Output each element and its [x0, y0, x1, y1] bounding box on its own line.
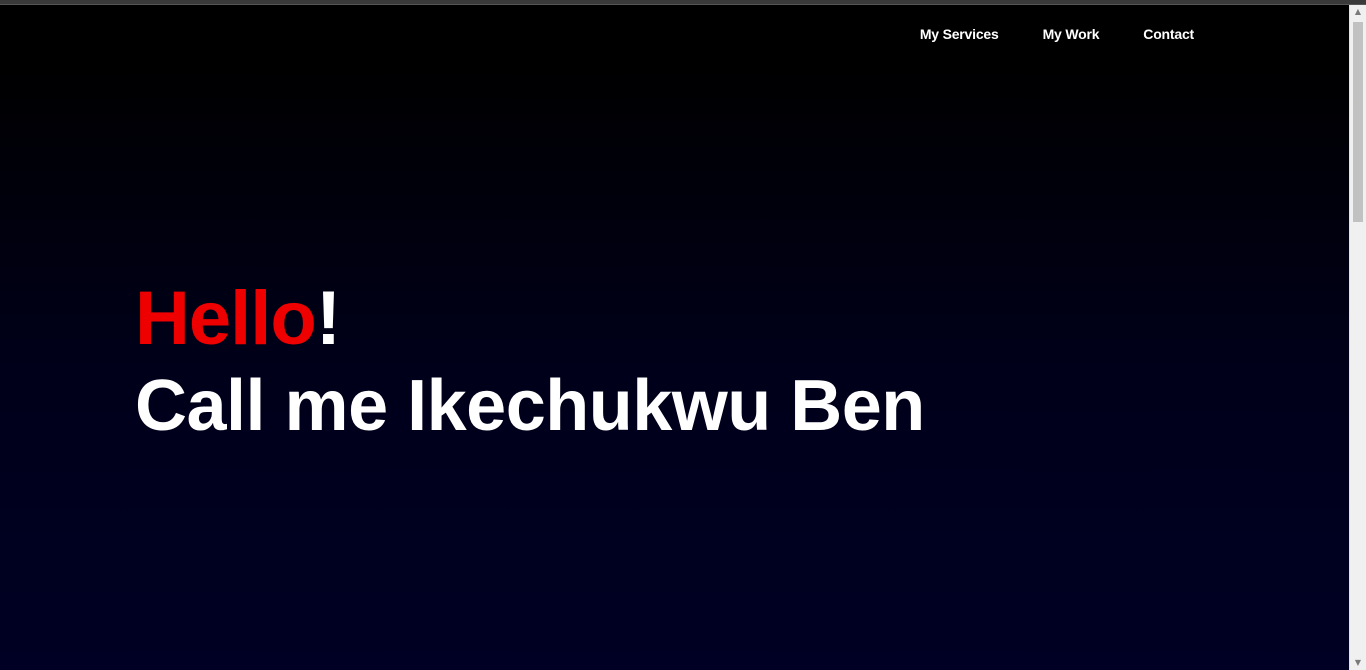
nav-link-my-services[interactable]: My Services — [920, 26, 999, 42]
hero-exclamation: ! — [315, 276, 341, 361]
hero-greeting: Hello! — [135, 277, 925, 361]
hero-greeting-word: Hello — [135, 276, 317, 361]
browser-window: My Services My Work Contact Hello! Call … — [0, 0, 1366, 670]
scrollbar-thumb[interactable] — [1353, 22, 1363, 222]
hero-section: Hello! Call me Ikechukwu Ben — [135, 277, 925, 451]
vertical-scrollbar[interactable]: ▲ ▼ — [1349, 5, 1366, 670]
scroll-up-arrow-icon[interactable]: ▲ — [1350, 5, 1366, 19]
nav-link-my-work[interactable]: My Work — [1043, 26, 1100, 42]
nav-link-contact[interactable]: Contact — [1143, 26, 1194, 42]
page-viewport: My Services My Work Contact Hello! Call … — [0, 5, 1349, 670]
hero-intro: Call me Ikechukwu Ben — [135, 366, 925, 446]
scroll-down-arrow-icon[interactable]: ▼ — [1350, 656, 1366, 670]
main-nav: My Services My Work Contact — [920, 26, 1194, 42]
